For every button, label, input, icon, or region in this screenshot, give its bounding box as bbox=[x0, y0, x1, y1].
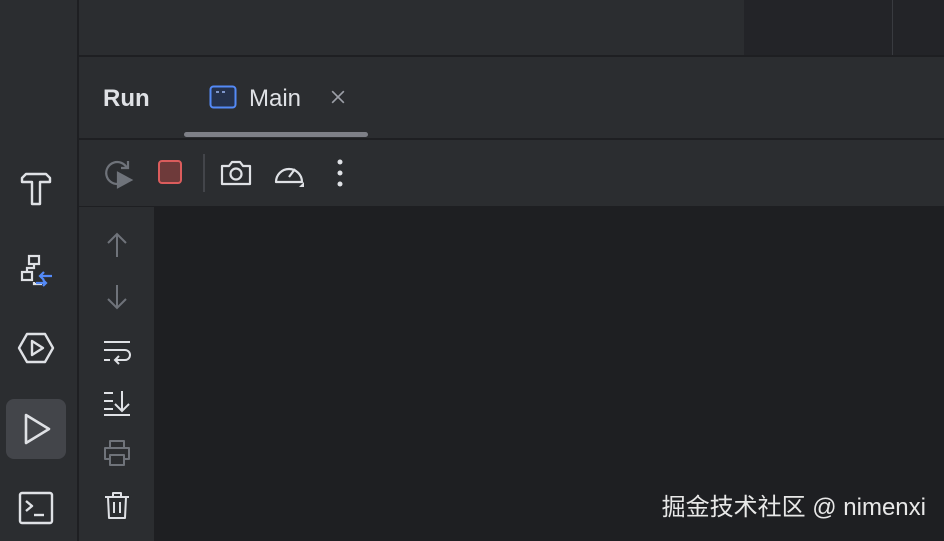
trash-icon bbox=[105, 492, 129, 519]
soft-wrap-icon bbox=[104, 341, 131, 365]
hexagon-play-icon bbox=[17, 332, 55, 364]
rerun-icon bbox=[105, 160, 134, 189]
tool-window-stripe bbox=[0, 0, 78, 541]
services-button[interactable] bbox=[6, 318, 66, 378]
build-button[interactable] bbox=[6, 158, 66, 218]
console-side-actions bbox=[79, 207, 154, 541]
scroll-to-end-icon bbox=[104, 391, 130, 416]
tab-main[interactable]: Main bbox=[184, 57, 368, 139]
close-icon bbox=[331, 90, 345, 104]
more-vertical-icon bbox=[337, 159, 343, 187]
camera-icon bbox=[220, 160, 252, 186]
watermark: 掘金技术社区 @ nimenxi bbox=[661, 494, 926, 521]
terminal-button[interactable] bbox=[6, 478, 66, 538]
application-window-icon bbox=[209, 85, 237, 109]
profiler-button[interactable] bbox=[269, 153, 309, 193]
run-toolbar bbox=[79, 140, 944, 206]
next-occurrence-button[interactable] bbox=[97, 277, 137, 317]
editor-top-area bbox=[79, 0, 944, 56]
structure-button[interactable] bbox=[6, 240, 66, 300]
arrow-up-icon bbox=[107, 232, 127, 257]
rerun-button[interactable] bbox=[98, 153, 138, 193]
console-output[interactable]: 掘金技术社区 @ nimenxi bbox=[154, 207, 944, 541]
close-tab-button[interactable] bbox=[326, 85, 350, 109]
structure-arrow-icon bbox=[20, 254, 52, 287]
more-options-button[interactable] bbox=[320, 153, 360, 193]
previous-occurrence-button[interactable] bbox=[97, 225, 137, 265]
dump-threads-button[interactable] bbox=[216, 153, 256, 193]
divider bbox=[892, 0, 893, 55]
terminal-icon bbox=[18, 491, 54, 525]
print-icon bbox=[104, 440, 130, 466]
play-icon bbox=[24, 413, 51, 445]
tab-label: Main bbox=[249, 85, 302, 112]
arrow-down-icon bbox=[107, 285, 127, 310]
run-tool-button[interactable] bbox=[6, 399, 66, 459]
editor-tab-area bbox=[744, 0, 944, 55]
run-tool-window-header: Run Main bbox=[79, 57, 944, 139]
scroll-to-end-button[interactable] bbox=[97, 382, 137, 422]
clear-all-button[interactable] bbox=[97, 485, 137, 525]
toolbar-separator bbox=[203, 154, 205, 192]
stop-icon bbox=[158, 160, 182, 184]
tool-window-title: Run bbox=[103, 85, 150, 112]
soft-wrap-button[interactable] bbox=[97, 331, 137, 371]
hammer-icon bbox=[20, 172, 52, 206]
stop-button[interactable] bbox=[150, 153, 190, 193]
print-button[interactable] bbox=[97, 433, 137, 473]
gauge-icon bbox=[274, 167, 304, 187]
active-tab-indicator bbox=[184, 132, 368, 137]
